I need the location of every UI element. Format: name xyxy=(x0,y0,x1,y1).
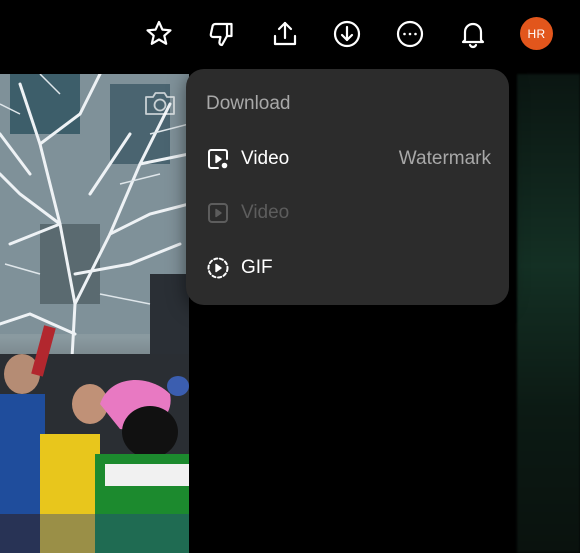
star-icon xyxy=(146,20,172,45)
camera-icon xyxy=(145,92,175,115)
download-button[interactable] xyxy=(329,16,365,52)
user-avatar[interactable]: HR xyxy=(520,17,553,50)
download-video-no-watermark-item: Video xyxy=(186,190,509,236)
download-menu-title: Download xyxy=(206,93,291,114)
download-menu: Download Video Watermark Video GIF xyxy=(186,69,509,305)
top-toolbar: HR xyxy=(0,0,580,68)
upload-share-icon xyxy=(273,21,297,46)
download-gif-item[interactable]: GIF xyxy=(186,245,509,291)
menu-item-label: Video xyxy=(241,202,290,223)
video-frame xyxy=(0,74,189,553)
avatar-initials: HR xyxy=(527,26,546,41)
menu-item-label: Video xyxy=(241,148,290,169)
video-frame-image xyxy=(0,74,189,553)
more-options-icon xyxy=(396,20,424,48)
menu-item-label: GIF xyxy=(241,257,273,278)
more-button[interactable] xyxy=(392,16,428,52)
dislike-button[interactable] xyxy=(203,16,239,52)
gif-icon xyxy=(207,257,229,279)
video-background-blur xyxy=(517,74,580,553)
notifications-button[interactable] xyxy=(455,16,491,52)
download-video-watermark-item[interactable]: Video Watermark xyxy=(186,136,509,182)
video-download-icon xyxy=(208,149,228,169)
favorite-button[interactable] xyxy=(141,16,177,52)
screenshot-button[interactable] xyxy=(143,88,177,118)
bell-icon xyxy=(461,22,485,49)
share-button[interactable] xyxy=(267,16,303,52)
download-icon xyxy=(333,20,361,48)
video-play-icon xyxy=(208,203,228,223)
thumbs-down-icon xyxy=(209,22,233,47)
watermark-label: Watermark xyxy=(398,148,491,169)
